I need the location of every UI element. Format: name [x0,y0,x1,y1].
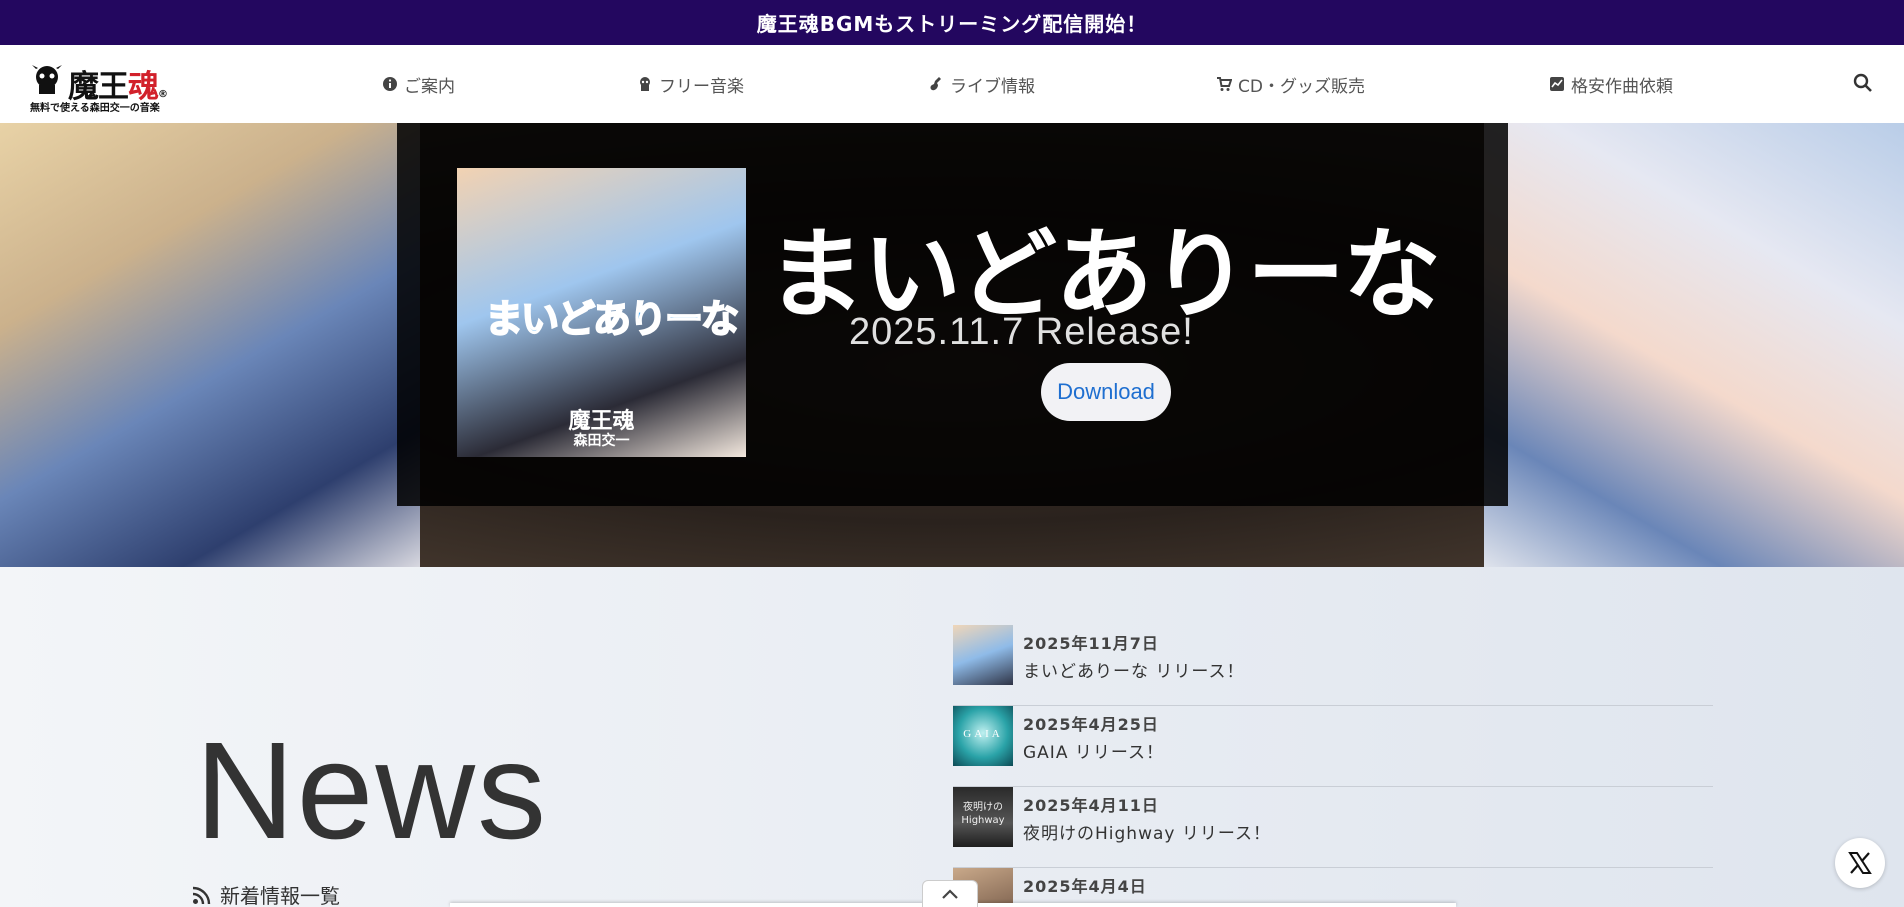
site-logo[interactable]: 魔王魂® 無料で使える森田交一の音楽 [30,63,180,114]
news-date: 2025年4月4日 [1023,877,1147,896]
news-thumbnail [953,625,1013,685]
hero-character-left [0,123,420,567]
hero-release-date: 2025.11.7 Release! [849,311,1194,353]
news-item[interactable]: 2025年4月4日 [953,868,1713,907]
news-list-link[interactable]: 新着情報一覧 [192,880,340,907]
chevron-up-icon [942,889,958,899]
info-icon [383,77,397,91]
hero-slider[interactable]: まいどありーな 魔王魂 森田交一 まいどありーな 2025.11.7 Relea… [0,123,1904,567]
cover-title: まいどありーな [484,296,740,342]
news-item[interactable]: GAIA 2025年4月25日 GAIA リリース！ [953,706,1713,787]
news-text: 夜明けのHighway リリース！ [1023,824,1272,844]
nav-label: 格安作曲依頼 [1571,76,1673,97]
news-item[interactable]: 夜明けの Highway 2025年4月11日 夜明けのHighway リリース… [953,787,1713,868]
nav-item-guide[interactable]: ご案内 [382,45,455,123]
news-text: まいどありーな リリース！ [1023,662,1245,682]
announcement-bar[interactable]: 魔王魂BGMもストリーミング配信開始！ [0,0,1904,45]
nav-item-commission[interactable]: 格安作曲依頼 [1549,45,1673,123]
news-thumbnail: GAIA [953,706,1013,766]
news-date: 2025年4月11日 [1023,796,1159,815]
guitar-icon [930,77,941,91]
news-date: 2025年4月25日 [1023,715,1159,734]
hero-panel: まいどありーな 魔王魂 森田交一 まいどありーな 2025.11.7 Relea… [397,123,1508,506]
search-icon[interactable] [1852,72,1874,94]
rss-icon [192,886,211,904]
cover-artist: 森田交一 [573,433,630,449]
site-header: 魔王魂® 無料で使える森田交一の音楽 ご案内 フリー音楽 ライブ情報 CD・グッ… [0,45,1904,123]
nav-label: ライブ情報 [950,76,1035,97]
nav-item-live-info[interactable]: ライブ情報 [928,45,1035,123]
news-heading: News [195,714,549,868]
logo-tagline: 無料で使える森田交一の音楽 [30,103,160,114]
news-list: 2025年11月7日 まいどありーな リリース！ GAIA 2025年4月25日… [953,625,1713,907]
nav-label: フリー音楽 [659,76,744,97]
announcement-text: 魔王魂BGMもストリーミング配信開始！ [756,12,1148,36]
hero-character-right [1484,123,1904,567]
news-section: News 新着情報一覧 2025年11月7日 まいどありーな リリース！ GAI… [0,567,1904,907]
chart-icon [1550,77,1564,91]
nav-label: CD・グッズ販売 [1238,76,1365,97]
news-text: GAIA リリース！ [1023,743,1164,763]
maou-logo-icon [32,65,62,94]
news-thumbnail: 夜明けの Highway [953,787,1013,847]
album-cover[interactable]: まいどありーな 魔王魂 森田交一 [457,168,746,457]
nav-item-free-music[interactable]: フリー音楽 [637,45,744,123]
news-link-label: 新着情報一覧 [220,884,340,907]
nav-label: ご案内 [404,76,455,97]
x-logo-icon [1848,852,1872,874]
download-button[interactable]: Download [1041,363,1171,421]
maou-icon [640,77,650,91]
cart-icon [1217,77,1232,91]
nav-item-cd-goods[interactable]: CD・グッズ販売 [1216,45,1365,123]
news-item[interactable]: 2025年11月7日 まいどありーな リリース！ [953,625,1713,706]
expand-tab[interactable] [922,880,978,907]
thumb-label: GAIA [963,728,1003,740]
x-share-button[interactable] [1835,838,1885,888]
news-date: 2025年11月7日 [1023,634,1159,653]
thumb-label: 夜明けの Highway [961,802,1005,826]
